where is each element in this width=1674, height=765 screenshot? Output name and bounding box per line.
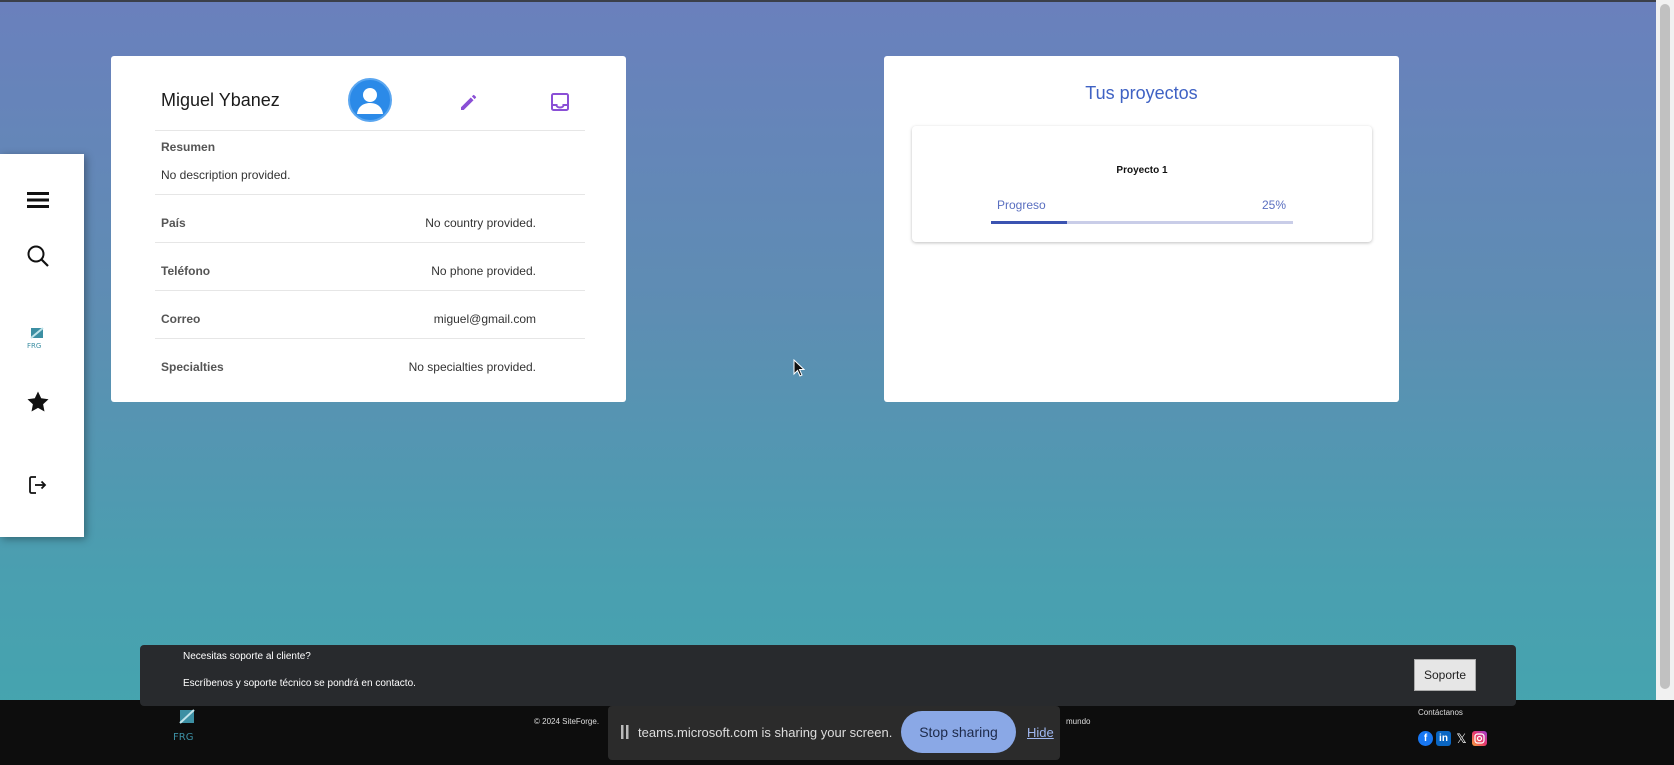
hide-link[interactable]: Hide [1027,725,1054,740]
country-value: No country provided. [425,216,536,230]
phone-value: No phone provided. [431,264,536,278]
progress-percent: 25% [1261,198,1286,212]
pause-icon [621,725,629,739]
search-icon [27,245,49,267]
edit-profile-button[interactable] [457,90,481,114]
inbox-button[interactable] [548,90,572,114]
sidebar: FRG [0,154,84,537]
mouse-cursor-icon [793,359,805,377]
support-banner: Necesitas soporte al cliente? Escríbenos… [140,645,1516,706]
footer-copyright: © 2024 SiteForge. [534,717,600,726]
user-icon [357,88,383,114]
email-label: Correo [161,312,201,326]
sidebar-logout-button[interactable] [0,465,76,505]
avatar[interactable] [348,78,392,122]
screen-share-bar: teams.microsoft.com is sharing your scre… [608,706,1060,760]
progress-bar-fill [991,221,1067,224]
footer-tagline: mundo [1066,717,1091,726]
page-scrollbar[interactable] [1656,0,1674,700]
svg-text:FRG: FRG [173,732,193,743]
pencil-icon [461,94,477,110]
divider [155,338,585,339]
projects-card: Tus proyectos Proyecto 1 Progreso 25% [884,56,1399,402]
support-button[interactable]: Soporte [1414,659,1476,691]
share-message: teams.microsoft.com is sharing your scre… [638,725,893,740]
sidebar-favorites-button[interactable] [0,382,76,422]
top-border [0,0,1674,2]
progress-label: Progreso [997,198,1046,212]
projects-title: Tus proyectos [1085,83,1198,103]
social-links: f in 𝕏 [1418,731,1487,746]
country-label: País [161,216,186,230]
logout-icon [29,476,47,494]
footer-logo-icon: FRG [173,709,195,743]
summary-value: No description provided. [161,168,291,182]
linkedin-icon[interactable]: in [1436,731,1451,746]
support-description: Escríbenos y soporte técnico se pondrá e… [183,678,416,689]
logo-icon: FRG [27,327,44,350]
divider [155,194,585,195]
profile-card: Miguel Ybanez Resumen No description pro… [111,56,626,402]
sidebar-search-button[interactable] [0,236,76,276]
profile-name: Miguel Ybanez [161,90,280,110]
progress-bar [991,221,1293,224]
sidebar-logo-button[interactable]: FRG [0,318,76,358]
divider [155,290,585,291]
summary-label: Resumen [161,140,216,154]
scrollbar-thumb[interactable] [1660,4,1670,689]
phone-label: Teléfono [161,264,211,278]
menu-icon [27,192,49,208]
support-question: Necesitas soporte al cliente? [183,651,311,662]
svg-text:FRG: FRG [27,342,41,350]
inbox-icon [551,93,569,111]
star-icon [27,391,49,412]
instagram-icon[interactable] [1472,731,1487,746]
email-value: miguel@gmail.com [433,312,536,326]
stop-sharing-button[interactable]: Stop sharing [901,711,1016,753]
specialties-label: Specialties [161,360,224,374]
divider [155,130,585,131]
sidebar-menu-button[interactable] [0,180,76,220]
x-icon[interactable]: 𝕏 [1454,731,1469,746]
specialties-value: No specialties provided. [408,360,536,374]
divider [155,242,585,243]
facebook-icon[interactable]: f [1418,731,1433,746]
footer-contact-label: Contáctanos [1418,708,1463,717]
project-name: Proyecto 1 [1116,165,1168,176]
project-card[interactable]: Proyecto 1 Progreso 25% [912,126,1372,242]
